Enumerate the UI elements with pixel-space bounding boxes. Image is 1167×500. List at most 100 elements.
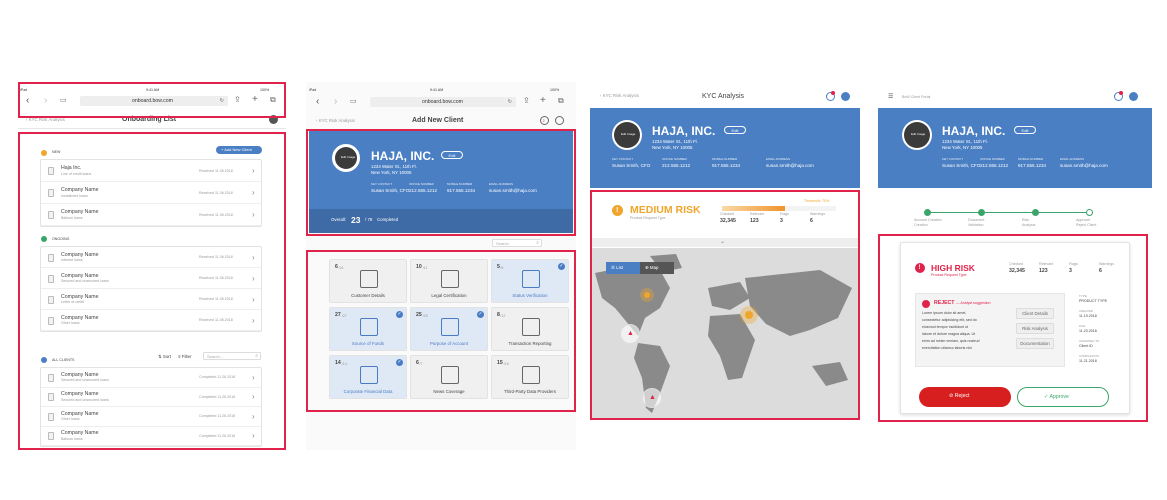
status-text: Completed 11.26.2018 — [199, 414, 236, 419]
notifications-icon[interactable]: 2 — [540, 116, 549, 125]
url-bar[interactable]: onboard.bow.com ↻ — [370, 97, 516, 107]
building-icon — [48, 253, 54, 262]
contact-label: KEY CONTACT — [612, 157, 634, 161]
search-input[interactable]: Search... ⌕ — [203, 352, 261, 360]
status-text: Completed 11.26.2018 — [199, 394, 236, 399]
search-input[interactable]: Search ⌕ — [492, 239, 542, 247]
profile-icon[interactable] — [269, 115, 278, 124]
contact-value: 212.555.1212 — [409, 188, 438, 193]
company-name: HAJA, INC. — [942, 124, 1006, 138]
contact-label: OFFICE NUMBER — [409, 182, 434, 186]
list-item[interactable]: Company Name Other loans Completed 11.26.2… — [41, 407, 261, 427]
bookmarks-icon[interactable]: ▭ — [350, 98, 357, 105]
tile-total: /11 — [422, 265, 428, 270]
list-item[interactable]: Company Name Secured and unsecured loans C… — [41, 368, 261, 388]
tile-total: /27 — [341, 313, 347, 318]
back-link[interactable]: ‹ KYC Risk Analysis — [600, 93, 639, 98]
back-link[interactable]: ‹ KYC Risk Analysis — [26, 117, 65, 122]
stat-label: Flags — [1069, 262, 1078, 266]
building-icon — [48, 412, 54, 421]
list-toggle[interactable]: ☰ List — [606, 262, 640, 274]
reject-description: Lorem ipsum dolor sit amet, consectetur a… — [922, 311, 1012, 366]
browser-back-icon[interactable]: ‹ — [316, 97, 319, 107]
tile-label: Transaction Reporting — [508, 341, 552, 346]
client-avatar[interactable]: Edit Image — [612, 120, 642, 150]
screen-add-new-client: iPad 9:41 AM 100% ‹ › ▭ onboard.bow.com … — [306, 82, 576, 450]
section-tile[interactable]: 8/12 Transaction Reporting — [491, 307, 569, 351]
new-tab-icon[interactable]: + — [252, 95, 258, 105]
tabs-icon[interactable]: ⧉ — [270, 96, 276, 104]
client-header: Edit Image HAJA, INC. Edit 1234 Water St… — [878, 108, 1152, 188]
list-item[interactable]: Company Name Secured and unsecured loans C… — [41, 388, 261, 407]
tile-label: Third-Party Data Providers — [504, 389, 556, 394]
help-icon[interactable] — [555, 116, 564, 125]
contact-label: MOBILE NUMBER — [447, 182, 473, 186]
address-line-2: New York, NY 10005 — [652, 145, 693, 150]
section-tile[interactable]: 6/16 Customer Details — [329, 259, 407, 303]
list-item[interactable]: Company Name Secured and unsecured loans R… — [41, 268, 261, 289]
edit-button[interactable]: Edit — [1014, 126, 1036, 134]
sort-button[interactable]: ⇅ Sort — [158, 354, 171, 359]
expand-bar[interactable]: ⌄ — [590, 238, 860, 247]
bookmarks-icon[interactable]: ▭ — [60, 97, 67, 104]
stat-value: 32,345 — [720, 218, 736, 224]
share-icon[interactable]: ⇪ — [234, 96, 241, 104]
menu-icon[interactable]: ☰ — [888, 94, 893, 100]
tile-label: Status Verification — [512, 293, 548, 298]
url-bar[interactable]: onboard.bow.com ↻ — [80, 96, 228, 106]
add-new-client-button[interactable]: + Add New Client — [216, 146, 262, 154]
list-card-ongoing: Company Name Interest loans Received 11.06… — [40, 246, 262, 332]
section-tile[interactable]: 14/14 Corporate Financial Data ✓ — [329, 355, 407, 399]
tabs-icon[interactable]: ⧉ — [558, 97, 564, 105]
browser-back-icon[interactable]: ‹ — [26, 96, 29, 106]
stat-label: Flags — [780, 212, 789, 216]
section-tile[interactable]: 5/5 Status Verification ✓ — [491, 259, 569, 303]
reject-button[interactable]: ⊘ Reject — [919, 387, 1011, 407]
threshold-label: Threshold: 70% — [804, 199, 830, 203]
section-tile[interactable]: 10/11 Legal Certification — [410, 259, 488, 303]
list-item[interactable]: Company Name Installment loans Received 11… — [41, 182, 261, 204]
browser-forward-icon[interactable]: › — [44, 96, 47, 106]
list-item[interactable]: Company Name Other loans Received 11.06.20… — [41, 310, 261, 331]
list-item[interactable]: Company Name Letter of credit Received 11.… — [41, 289, 261, 310]
detail-button[interactable]: Client Details — [1016, 308, 1054, 319]
new-tab-icon[interactable]: + — [540, 96, 546, 106]
address-line-2: New York, NY 10005 — [371, 170, 412, 175]
list-item[interactable]: Haja Inc. Line of credit loans Received 11… — [41, 160, 261, 182]
edit-button[interactable]: Edit — [724, 126, 746, 134]
client-avatar[interactable]: Edit Image — [332, 144, 360, 172]
list-item[interactable]: Company Name Balloon loans Received 11.06.… — [41, 204, 261, 226]
stat-value: 3 — [1069, 268, 1072, 274]
section-tile[interactable]: 6/7 News Coverage — [410, 355, 488, 399]
client-avatar[interactable]: Edit Image — [902, 120, 932, 150]
list-item[interactable]: Company Name Interest loans Received 11.06… — [41, 247, 261, 268]
share-icon[interactable]: ⇪ — [523, 97, 530, 105]
reload-icon[interactable]: ↻ — [220, 98, 224, 104]
map-toggle[interactable]: ⊕ Map — [640, 262, 674, 274]
risk-stats: Checked 32,345 Relevant 123 Flags 3 Warnings 6 — [1009, 262, 1127, 279]
building-icon — [48, 274, 54, 283]
warning-icon: ▲ — [627, 330, 634, 337]
risk-title: MEDIUM RISK — [630, 204, 701, 216]
approve-button[interactable]: ✓ Approve — [1017, 387, 1109, 407]
screen-client-portal: ☰ BoW Client Portal Edit Image HAJA, INC… — [878, 82, 1152, 422]
edit-button[interactable]: Edit — [441, 151, 463, 159]
profile-icon[interactable] — [1129, 92, 1138, 101]
filter-button[interactable]: ≡ Filter — [178, 354, 192, 359]
status-text: Completed 11.26.2018 — [199, 375, 236, 380]
list-item[interactable]: Company Name Balloon loans Completed 11.26… — [41, 427, 261, 446]
section-tile[interactable]: 27/27 Source of Funds ✓ — [329, 307, 407, 351]
browser-forward-icon[interactable]: › — [334, 97, 337, 107]
section-tile[interactable]: 25/25 Purpose of Account ✓ — [410, 307, 488, 351]
detail-button[interactable]: Documentation — [1016, 338, 1054, 349]
stat-label: Relevant — [1039, 262, 1054, 266]
detail-button[interactable]: Risk Analysis — [1016, 323, 1054, 334]
world-map[interactable]: ▲ ▲ ☰ List ⊕ Map — [590, 248, 860, 420]
back-link[interactable]: ‹ KYC Risk Analysis — [316, 118, 355, 123]
contact-value: 212.555.1212 — [662, 163, 691, 168]
profile-icon[interactable] — [841, 92, 850, 101]
company-name: Company Name — [61, 430, 99, 437]
reload-icon[interactable]: ↻ — [508, 99, 512, 105]
status-text: Received 11.06.2018 — [199, 318, 233, 322]
section-tile[interactable]: 15/16 Third-Party Data Providers — [491, 355, 569, 399]
